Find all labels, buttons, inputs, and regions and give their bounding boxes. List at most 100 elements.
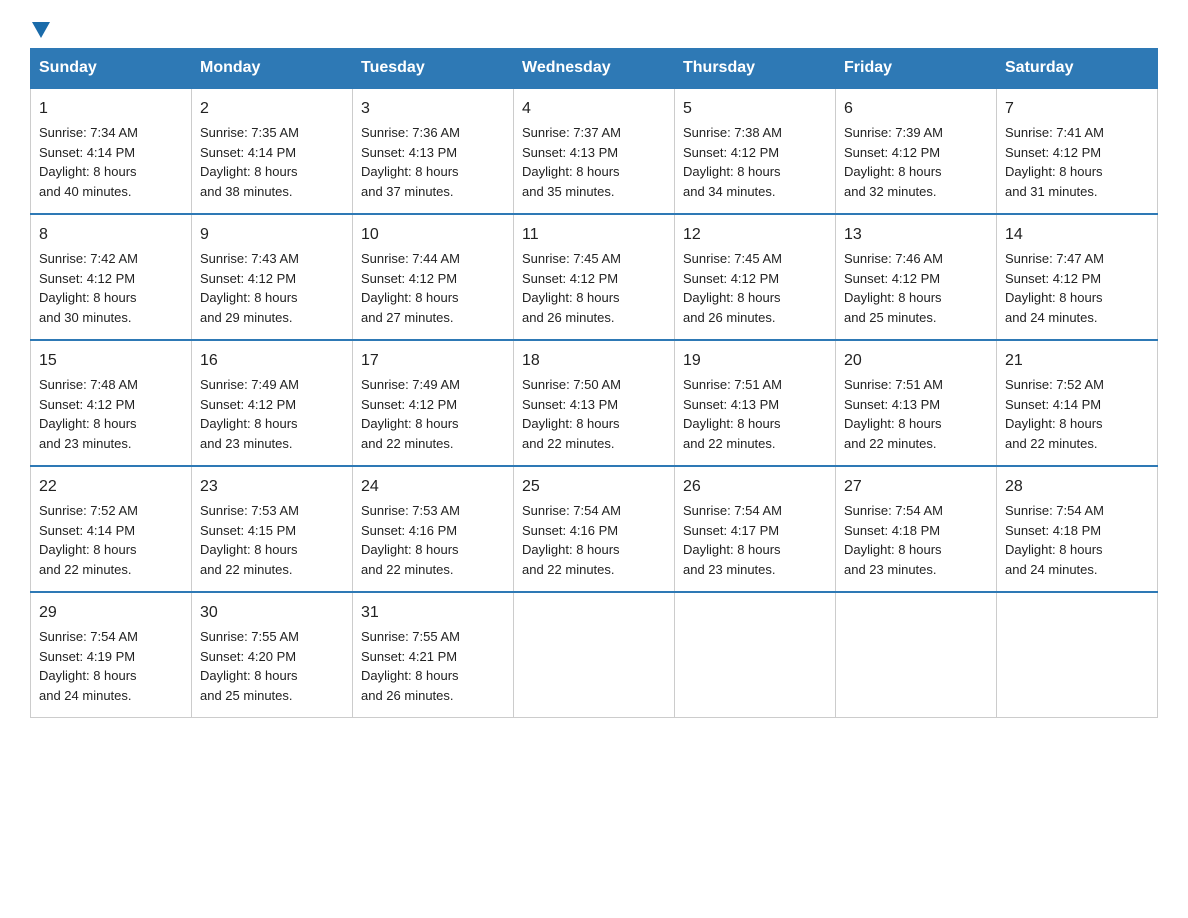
day-number: 3 xyxy=(361,97,505,121)
column-header-wednesday: Wednesday xyxy=(514,49,675,89)
page-header xyxy=(30,20,1158,38)
calendar-table: SundayMondayTuesdayWednesdayThursdayFrid… xyxy=(30,48,1158,718)
day-number: 12 xyxy=(683,223,827,247)
calendar-header-row: SundayMondayTuesdayWednesdayThursdayFrid… xyxy=(31,49,1158,89)
calendar-cell: 27 Sunrise: 7:54 AMSunset: 4:18 PMDayligh… xyxy=(836,466,997,592)
day-number: 29 xyxy=(39,601,183,625)
calendar-week-row: 22 Sunrise: 7:52 AMSunset: 4:14 PMDayligh… xyxy=(31,466,1158,592)
day-info: Sunrise: 7:48 AMSunset: 4:12 PMDaylight:… xyxy=(39,377,138,451)
calendar-week-row: 15 Sunrise: 7:48 AMSunset: 4:12 PMDayligh… xyxy=(31,340,1158,466)
calendar-cell xyxy=(675,592,836,718)
calendar-cell: 2 Sunrise: 7:35 AMSunset: 4:14 PMDaylight… xyxy=(192,88,353,214)
day-info: Sunrise: 7:36 AMSunset: 4:13 PMDaylight:… xyxy=(361,125,460,199)
day-info: Sunrise: 7:51 AMSunset: 4:13 PMDaylight:… xyxy=(844,377,943,451)
day-info: Sunrise: 7:46 AMSunset: 4:12 PMDaylight:… xyxy=(844,251,943,325)
day-info: Sunrise: 7:53 AMSunset: 4:16 PMDaylight:… xyxy=(361,503,460,577)
day-info: Sunrise: 7:38 AMSunset: 4:12 PMDaylight:… xyxy=(683,125,782,199)
day-number: 4 xyxy=(522,97,666,121)
calendar-cell: 28 Sunrise: 7:54 AMSunset: 4:18 PMDayligh… xyxy=(997,466,1158,592)
calendar-cell: 3 Sunrise: 7:36 AMSunset: 4:13 PMDaylight… xyxy=(353,88,514,214)
column-header-thursday: Thursday xyxy=(675,49,836,89)
day-info: Sunrise: 7:52 AMSunset: 4:14 PMDaylight:… xyxy=(1005,377,1104,451)
calendar-cell: 24Sunrise: 7:53 AMSunset: 4:16 PMDayligh… xyxy=(353,466,514,592)
day-info: Sunrise: 7:45 AMSunset: 4:12 PMDaylight:… xyxy=(683,251,782,325)
column-header-saturday: Saturday xyxy=(997,49,1158,89)
calendar-cell xyxy=(997,592,1158,718)
day-info: Sunrise: 7:50 AMSunset: 4:13 PMDaylight:… xyxy=(522,377,621,451)
calendar-cell xyxy=(514,592,675,718)
day-info: Sunrise: 7:47 AMSunset: 4:12 PMDaylight:… xyxy=(1005,251,1104,325)
calendar-cell: 29 Sunrise: 7:54 AMSunset: 4:19 PMDayligh… xyxy=(31,592,192,718)
calendar-cell: 5 Sunrise: 7:38 AMSunset: 4:12 PMDaylight… xyxy=(675,88,836,214)
calendar-cell: 18 Sunrise: 7:50 AMSunset: 4:13 PMDayligh… xyxy=(514,340,675,466)
day-info: Sunrise: 7:43 AMSunset: 4:12 PMDaylight:… xyxy=(200,251,299,325)
calendar-cell: 23 Sunrise: 7:53 AMSunset: 4:15 PMDayligh… xyxy=(192,466,353,592)
day-info: Sunrise: 7:54 AMSunset: 4:16 PMDaylight:… xyxy=(522,503,621,577)
day-number: 20 xyxy=(844,349,988,373)
day-number: 22 xyxy=(39,475,183,499)
calendar-cell: 12 Sunrise: 7:45 AMSunset: 4:12 PMDayligh… xyxy=(675,214,836,340)
day-info: Sunrise: 7:39 AMSunset: 4:12 PMDaylight:… xyxy=(844,125,943,199)
calendar-cell: 25Sunrise: 7:54 AMSunset: 4:16 PMDayligh… xyxy=(514,466,675,592)
day-number: 15 xyxy=(39,349,183,373)
day-info: Sunrise: 7:54 AMSunset: 4:18 PMDaylight:… xyxy=(1005,503,1104,577)
calendar-cell: 15 Sunrise: 7:48 AMSunset: 4:12 PMDayligh… xyxy=(31,340,192,466)
day-info: Sunrise: 7:35 AMSunset: 4:14 PMDaylight:… xyxy=(200,125,299,199)
day-number: 14 xyxy=(1005,223,1149,247)
day-number: 19 xyxy=(683,349,827,373)
column-header-sunday: Sunday xyxy=(31,49,192,89)
day-number: 23 xyxy=(200,475,344,499)
column-header-monday: Monday xyxy=(192,49,353,89)
day-info: Sunrise: 7:53 AMSunset: 4:15 PMDaylight:… xyxy=(200,503,299,577)
day-info: Sunrise: 7:44 AMSunset: 4:12 PMDaylight:… xyxy=(361,251,460,325)
day-info: Sunrise: 7:42 AMSunset: 4:12 PMDaylight:… xyxy=(39,251,138,325)
calendar-cell: 8 Sunrise: 7:42 AMSunset: 4:12 PMDaylight… xyxy=(31,214,192,340)
calendar-cell: 19 Sunrise: 7:51 AMSunset: 4:13 PMDayligh… xyxy=(675,340,836,466)
day-number: 13 xyxy=(844,223,988,247)
calendar-cell: 10 Sunrise: 7:44 AMSunset: 4:12 PMDayligh… xyxy=(353,214,514,340)
day-number: 18 xyxy=(522,349,666,373)
day-number: 7 xyxy=(1005,97,1149,121)
day-number: 17 xyxy=(361,349,505,373)
day-number: 28 xyxy=(1005,475,1149,499)
calendar-cell: 26Sunrise: 7:54 AMSunset: 4:17 PMDayligh… xyxy=(675,466,836,592)
day-number: 30 xyxy=(200,601,344,625)
calendar-cell xyxy=(836,592,997,718)
calendar-week-row: 1Sunrise: 7:34 AMSunset: 4:14 PMDaylight… xyxy=(31,88,1158,214)
calendar-cell: 11 Sunrise: 7:45 AMSunset: 4:12 PMDayligh… xyxy=(514,214,675,340)
day-number: 11 xyxy=(522,223,666,247)
day-info: Sunrise: 7:52 AMSunset: 4:14 PMDaylight:… xyxy=(39,503,138,577)
day-info: Sunrise: 7:54 AMSunset: 4:17 PMDaylight:… xyxy=(683,503,782,577)
calendar-week-row: 8 Sunrise: 7:42 AMSunset: 4:12 PMDaylight… xyxy=(31,214,1158,340)
day-info: Sunrise: 7:41 AMSunset: 4:12 PMDaylight:… xyxy=(1005,125,1104,199)
day-info: Sunrise: 7:54 AMSunset: 4:18 PMDaylight:… xyxy=(844,503,943,577)
calendar-cell: 7 Sunrise: 7:41 AMSunset: 4:12 PMDaylight… xyxy=(997,88,1158,214)
calendar-cell: 17Sunrise: 7:49 AMSunset: 4:12 PMDayligh… xyxy=(353,340,514,466)
calendar-cell: 22 Sunrise: 7:52 AMSunset: 4:14 PMDayligh… xyxy=(31,466,192,592)
calendar-cell: 31Sunrise: 7:55 AMSunset: 4:21 PMDayligh… xyxy=(353,592,514,718)
day-number: 27 xyxy=(844,475,988,499)
logo xyxy=(30,20,50,38)
day-info: Sunrise: 7:55 AMSunset: 4:21 PMDaylight:… xyxy=(361,629,460,703)
day-number: 21 xyxy=(1005,349,1149,373)
day-info: Sunrise: 7:45 AMSunset: 4:12 PMDaylight:… xyxy=(522,251,621,325)
calendar-cell: 13 Sunrise: 7:46 AMSunset: 4:12 PMDayligh… xyxy=(836,214,997,340)
calendar-cell: 6Sunrise: 7:39 AMSunset: 4:12 PMDaylight… xyxy=(836,88,997,214)
day-number: 5 xyxy=(683,97,827,121)
day-number: 10 xyxy=(361,223,505,247)
day-info: Sunrise: 7:49 AMSunset: 4:12 PMDaylight:… xyxy=(200,377,299,451)
day-number: 16 xyxy=(200,349,344,373)
calendar-week-row: 29 Sunrise: 7:54 AMSunset: 4:19 PMDayligh… xyxy=(31,592,1158,718)
calendar-cell: 20 Sunrise: 7:51 AMSunset: 4:13 PMDayligh… xyxy=(836,340,997,466)
calendar-cell: 1Sunrise: 7:34 AMSunset: 4:14 PMDaylight… xyxy=(31,88,192,214)
logo-triangle-icon xyxy=(32,22,50,38)
day-info: Sunrise: 7:51 AMSunset: 4:13 PMDaylight:… xyxy=(683,377,782,451)
calendar-cell: 9 Sunrise: 7:43 AMSunset: 4:12 PMDaylight… xyxy=(192,214,353,340)
column-header-friday: Friday xyxy=(836,49,997,89)
day-number: 9 xyxy=(200,223,344,247)
day-number: 2 xyxy=(200,97,344,121)
calendar-cell: 4Sunrise: 7:37 AMSunset: 4:13 PMDaylight… xyxy=(514,88,675,214)
day-info: Sunrise: 7:54 AMSunset: 4:19 PMDaylight:… xyxy=(39,629,138,703)
calendar-cell: 21 Sunrise: 7:52 AMSunset: 4:14 PMDayligh… xyxy=(997,340,1158,466)
day-number: 8 xyxy=(39,223,183,247)
